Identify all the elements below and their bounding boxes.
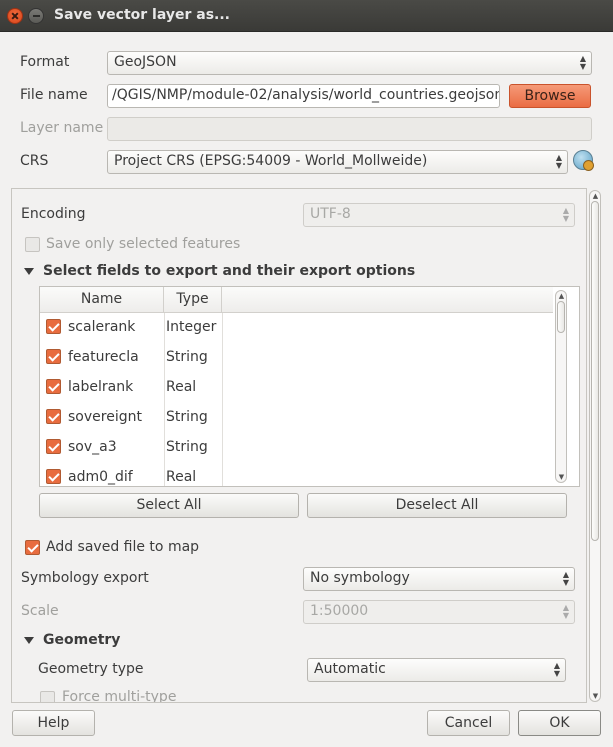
table-row[interactable]: labelrank Real [40, 372, 222, 402]
options-scrollbar[interactable]: ▲ ▼ [589, 190, 601, 702]
field-checkbox[interactable] [46, 469, 61, 484]
fields-section-title[interactable]: Select fields to export and their export… [43, 263, 415, 279]
table-row[interactable]: adm0_dif Real [40, 462, 222, 486]
deselect-all-button[interactable]: Deselect All [307, 493, 567, 518]
filename-input[interactable]: /QGIS/NMP/module-02/analysis/world_count… [107, 84, 500, 108]
geometry-type-value: Automatic [314, 661, 386, 677]
encoding-label: Encoding [21, 206, 86, 222]
layername-input [107, 117, 592, 141]
table-scroll-thumb[interactable] [557, 301, 565, 333]
layername-label: Layer name [20, 120, 104, 136]
field-checkbox[interactable] [46, 349, 61, 364]
field-type: String [166, 439, 208, 455]
combo-arrows-icon: ▲ ▼ [555, 153, 562, 170]
table-row[interactable]: scalerank Integer [40, 312, 222, 342]
scale-combo: 1:50000 ▲ ▼ [303, 600, 575, 624]
fields-table[interactable]: Name Type scalerank Integer featurecla S… [39, 286, 580, 487]
options-scroll-thumb[interactable] [591, 201, 599, 541]
combo-arrows-icon: ▲ ▼ [562, 206, 569, 223]
format-value: GeoJSON [114, 54, 177, 70]
column-divider [222, 313, 223, 486]
encoding-combo: UTF-8 ▲ ▼ [303, 203, 575, 227]
close-icon[interactable] [7, 8, 23, 24]
table-row[interactable]: sov_a3 String [40, 432, 222, 462]
browse-button[interactable]: Browse [509, 84, 591, 108]
filename-label: File name [20, 87, 88, 103]
globe-icon[interactable] [573, 150, 594, 171]
window-title: Save vector layer as... [54, 7, 230, 23]
scale-value: 1:50000 [310, 603, 369, 619]
table-header: Name Type [40, 287, 553, 313]
field-name: labelrank [68, 379, 134, 395]
crs-combo[interactable]: Project CRS (EPSG:54009 - World_Mollweid… [107, 150, 568, 174]
combo-arrows-icon: ▲ ▼ [579, 54, 586, 71]
scroll-down-icon[interactable]: ▼ [591, 692, 600, 700]
ok-button[interactable]: OK [518, 710, 601, 736]
combo-arrows-icon: ▲ ▼ [562, 570, 569, 587]
field-name: sov_a3 [68, 439, 117, 455]
field-type: Real [166, 379, 197, 395]
field-checkbox[interactable] [46, 409, 61, 424]
table-scrollbar[interactable]: ▲ ▼ [555, 290, 567, 483]
geometry-section-title[interactable]: Geometry [43, 632, 120, 648]
scroll-up-icon[interactable]: ▲ [557, 292, 566, 300]
field-type: Real [166, 469, 197, 485]
crs-value: Project CRS (EPSG:54009 - World_Mollweid… [114, 153, 428, 169]
title-bar: Save vector layer as... [0, 0, 613, 32]
add-to-map-label: Add saved file to map [46, 539, 200, 555]
field-checkbox[interactable] [46, 379, 61, 394]
cancel-button[interactable]: Cancel [427, 710, 510, 736]
field-name: scalerank [68, 319, 136, 335]
minimize-icon[interactable] [28, 8, 44, 24]
force-multi-label: Force multi-type [62, 689, 177, 703]
symbology-value: No symbology [310, 570, 410, 586]
force-multi-checkbox [40, 691, 55, 702]
add-to-map-checkbox[interactable] [25, 540, 40, 555]
field-type: Integer [166, 319, 217, 335]
selected-only-checkbox [25, 237, 40, 252]
collapse-triangle-icon[interactable] [24, 637, 34, 644]
combo-arrows-icon: ▲ ▼ [553, 661, 560, 678]
field-checkbox[interactable] [46, 439, 61, 454]
table-row[interactable]: sovereignt String [40, 402, 222, 432]
field-type: String [166, 349, 208, 365]
column-header-name[interactable]: Name [40, 287, 164, 313]
scroll-down-icon[interactable]: ▼ [557, 473, 566, 481]
table-row[interactable]: featurecla String [40, 342, 222, 372]
crs-label: CRS [20, 153, 49, 169]
scroll-up-icon[interactable]: ▲ [591, 192, 600, 200]
field-type: String [166, 409, 208, 425]
symbology-combo[interactable]: No symbology ▲ ▼ [303, 567, 575, 591]
select-all-button[interactable]: Select All [39, 493, 299, 518]
field-checkbox[interactable] [46, 319, 61, 334]
field-name: adm0_dif [68, 469, 133, 485]
column-header-type[interactable]: Type [164, 287, 222, 313]
help-button[interactable]: Help [12, 710, 95, 736]
format-label: Format [20, 54, 70, 70]
encoding-value: UTF-8 [310, 206, 351, 222]
scale-label: Scale [21, 603, 59, 619]
field-name: featurecla [68, 349, 139, 365]
field-name: sovereignt [68, 409, 142, 425]
options-scroll-area[interactable]: Encoding UTF-8 ▲ ▼ Save only selected fea… [11, 188, 587, 703]
symbology-label: Symbology export [21, 570, 149, 586]
geometry-type-combo[interactable]: Automatic ▲ ▼ [307, 658, 566, 682]
geometry-type-label: Geometry type [38, 661, 144, 677]
collapse-triangle-icon[interactable] [24, 268, 34, 275]
format-combo[interactable]: GeoJSON ▲ ▼ [107, 51, 592, 75]
combo-arrows-icon: ▲ ▼ [562, 603, 569, 620]
selected-only-label: Save only selected features [46, 236, 241, 252]
